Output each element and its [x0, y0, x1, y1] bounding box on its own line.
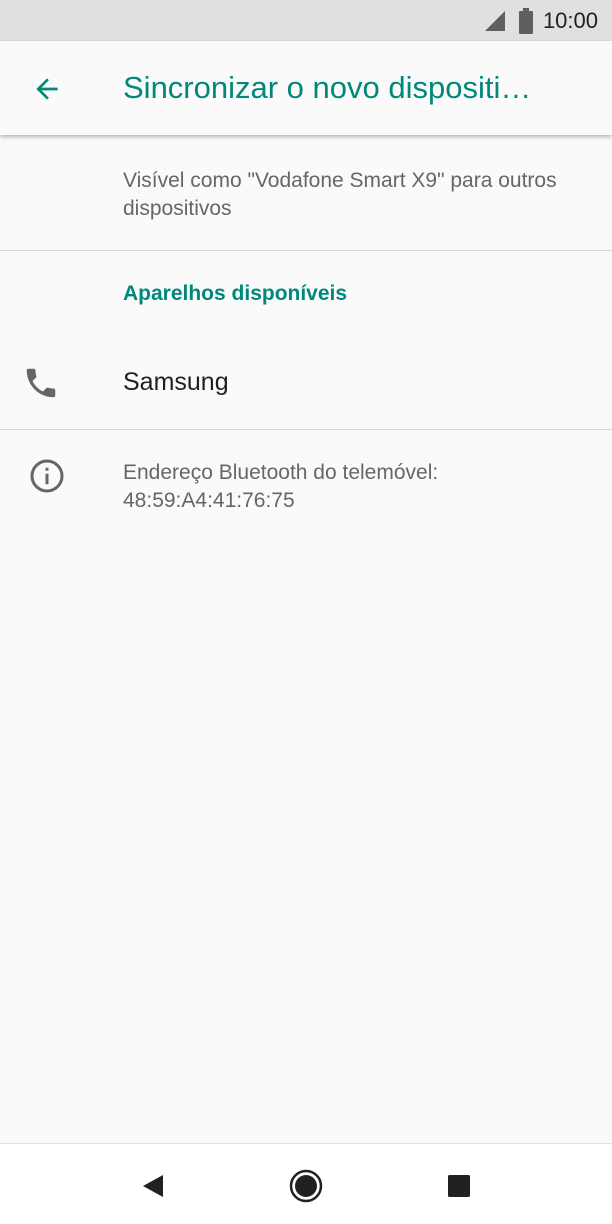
back-triangle-icon	[141, 1174, 165, 1198]
visibility-text: Visível como "Vodafone Smart X9" para ou…	[123, 169, 557, 220]
nav-recents-button[interactable]	[437, 1164, 481, 1208]
status-bar: 10:00	[0, 0, 612, 41]
nav-back-button[interactable]	[131, 1164, 175, 1208]
screen: 10:00 Sincronizar o novo dispositi… Visí…	[0, 0, 612, 1224]
back-button[interactable]	[22, 64, 72, 114]
status-icons: 10:00	[483, 0, 598, 41]
battery-icon	[518, 7, 533, 34]
arrow-back-icon	[31, 73, 63, 105]
bluetooth-address-text: Endereço Bluetooth do telemóvel: 48:59:A…	[123, 461, 439, 512]
divider	[0, 250, 612, 251]
phone-icon	[22, 364, 60, 402]
signal-icon	[483, 9, 507, 33]
available-devices-header: Aparelhos disponíveis	[123, 282, 348, 305]
page-title: Sincronizar o novo dispositi…	[123, 70, 532, 105]
recents-square-icon	[448, 1175, 470, 1197]
info-icon	[29, 458, 65, 494]
navigation-bar	[0, 1143, 612, 1224]
divider	[0, 429, 612, 430]
device-name: Samsung	[123, 368, 229, 396]
device-item-samsung[interactable]: Samsung	[0, 340, 612, 428]
nav-home-button[interactable]	[284, 1164, 328, 1208]
home-circle-icon	[289, 1169, 323, 1203]
app-bar: Sincronizar o novo dispositi…	[0, 41, 612, 135]
status-time: 10:00	[542, 7, 598, 33]
